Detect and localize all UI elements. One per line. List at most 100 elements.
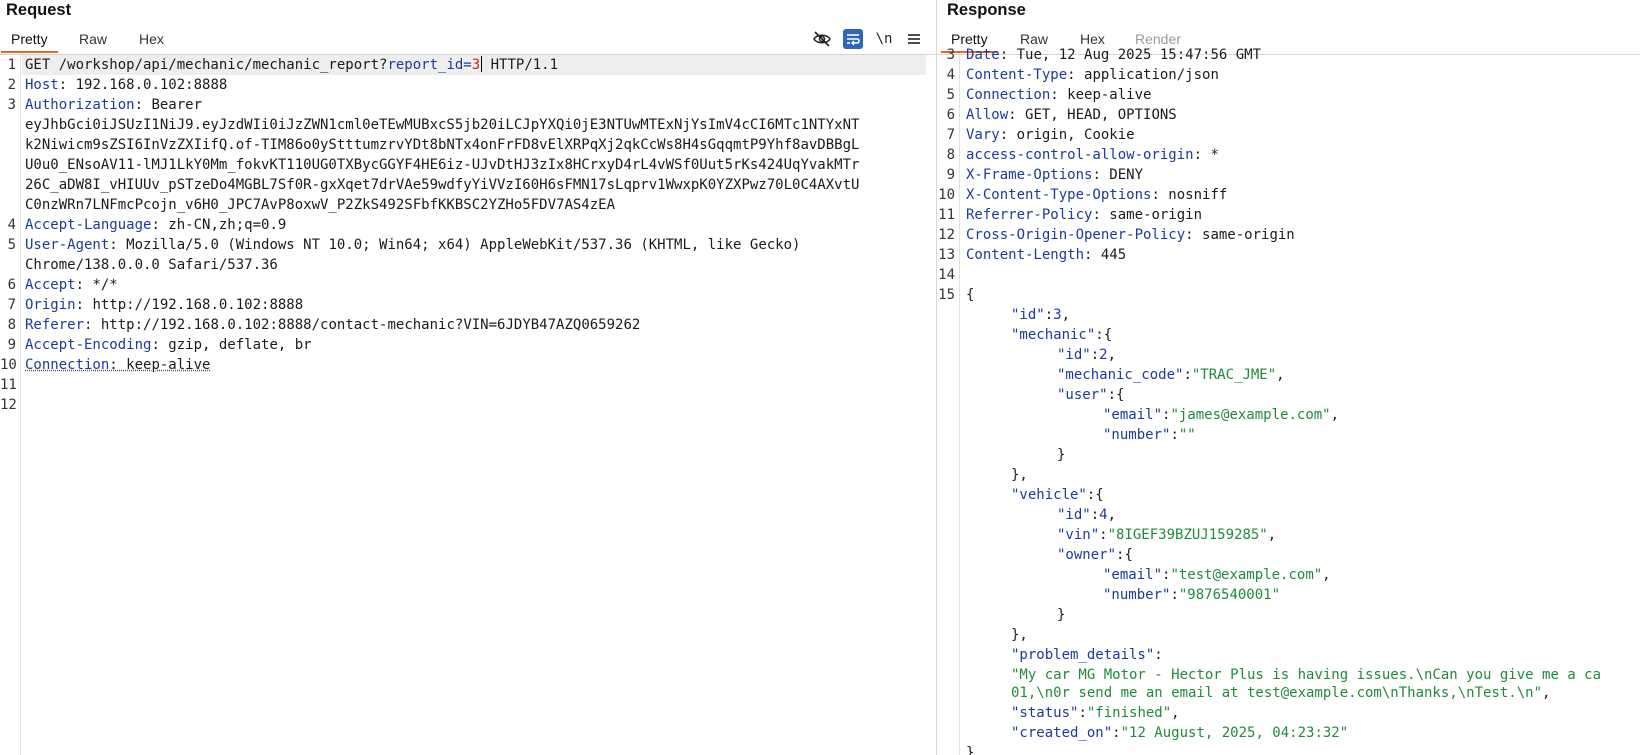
header-value: 192.168.0.102:8888 xyxy=(67,77,228,93)
json-close-brace: } xyxy=(1057,447,1066,463)
header-value: * xyxy=(1202,147,1219,163)
json-close-brace: }, xyxy=(1011,467,1028,483)
line-number: 7 xyxy=(7,297,16,313)
line-number: 12 xyxy=(938,227,955,243)
header-name: Content-Length xyxy=(966,247,1085,263)
newline-toggle-button[interactable]: \n xyxy=(874,29,894,49)
header-name: Content-Type xyxy=(966,67,1068,83)
eye-slash-icon[interactable] xyxy=(812,29,832,49)
header-value: Mozilla/5.0 (Windows NT 10.0; Win64; x64… xyxy=(117,237,801,253)
line-number: 11 xyxy=(938,207,955,223)
json-value: "test@example.com" xyxy=(1170,567,1323,583)
json-key: "vehicle" xyxy=(1011,487,1087,503)
json-key: "created_on" xyxy=(1011,725,1113,741)
header-value: 445 xyxy=(1092,247,1127,263)
line-number: 8 xyxy=(7,317,16,333)
json-value: "8IGEF39BZUJ159285" xyxy=(1107,527,1268,543)
request-tab-raw[interactable]: Raw xyxy=(79,31,107,47)
json-value: 2 xyxy=(1099,347,1108,363)
token-line: 26C_aDW8I_vHIUUv_pSTzeDo4MGBL7Sf0R-gxXqe… xyxy=(25,177,860,193)
request-tab-hex[interactable]: Hex xyxy=(139,31,164,47)
request-title: Request xyxy=(6,1,72,19)
line-number: 9 xyxy=(946,167,955,183)
header-x-content-type-options: X-Content-Type-Options: nosniff xyxy=(966,187,1228,203)
http-version: HTTP/1.1 xyxy=(482,57,559,73)
json-field-mechanic-code: "mechanic_code":"TRAC_JME", xyxy=(1057,367,1285,383)
header-x-frame-options: X-Frame-Options: DENY xyxy=(966,167,1144,183)
line-number: 15 xyxy=(938,287,955,303)
response-editor[interactable]: 3 4 5 6 7 8 9 10 11 12 13 14 15 Date: Tu… xyxy=(937,47,1640,755)
json-close-brace: } xyxy=(966,745,975,755)
header-name: access-control-allow-origin xyxy=(966,147,1194,163)
header-value: nosniff xyxy=(1159,187,1228,203)
json-key: "email" xyxy=(1103,407,1163,423)
newline-toggle-label: \n xyxy=(875,31,893,47)
query-param-value: 3 xyxy=(471,57,481,73)
token-line: U0u0_ENsoAV11-lMJ1LkY0Mm_fokvKT110UG0TXB… xyxy=(25,157,860,173)
json-key: "id" xyxy=(1057,347,1091,363)
header-referer: Referer: http://192.168.0.102:8888/conta… xyxy=(25,317,641,333)
request-tab-pretty[interactable]: Pretty xyxy=(1,31,58,53)
header-value: same-origin xyxy=(1100,207,1203,223)
header-value: Tue, 12 Aug 2025 15:47:56 GMT xyxy=(1008,47,1262,63)
wrap-lines-icon[interactable] xyxy=(843,29,863,49)
line-number: 6 xyxy=(7,277,16,293)
header-vary: Vary: origin, Cookie xyxy=(966,127,1135,143)
query-param-name: report_id xyxy=(387,57,464,73)
json-value: "" xyxy=(1178,427,1196,443)
json-key: "id" xyxy=(1057,507,1091,523)
menu-icon[interactable] xyxy=(904,29,924,49)
header-name: X-Content-Type-Options xyxy=(966,187,1152,203)
header-name: Authorization xyxy=(25,97,135,113)
json-key: "email" xyxy=(1103,567,1163,583)
header-value: gzip, deflate, br xyxy=(159,337,312,353)
json-key: "mechanic_code" xyxy=(1057,367,1184,383)
json-value: "9876540001" xyxy=(1178,587,1281,603)
response-gutter: 3 4 5 6 7 8 9 10 11 12 13 14 15 xyxy=(937,47,960,755)
token-line: k2Niwicm9sZSI6InVzZXIifQ.of-TIM86o0ySttt… xyxy=(25,137,860,153)
header-value: keep-alive xyxy=(117,357,211,373)
json-field-user-number: "number":"" xyxy=(1103,427,1196,443)
header-name: Accept xyxy=(25,277,76,293)
line-number: 2 xyxy=(7,77,16,93)
header-origin: Origin: http://192.168.0.102:8888 xyxy=(25,297,304,313)
header-acao: access-control-allow-origin: * xyxy=(966,147,1219,163)
json-field-id: "id":3, xyxy=(1011,307,1071,323)
header-name: Referrer-Policy xyxy=(966,207,1093,223)
line-number: 14 xyxy=(938,267,955,283)
request-pane: Request Pretty Raw Hex \n 1 2 3 4 5 6 7 … xyxy=(0,0,937,755)
header-name: Accept-Language xyxy=(25,217,152,233)
json-key: "id" xyxy=(1011,307,1045,323)
header-allow: Allow: GET, HEAD, OPTIONS xyxy=(966,107,1177,123)
header-value: Bearer xyxy=(143,97,203,113)
header-name: Host xyxy=(25,77,59,93)
line-number: 7 xyxy=(946,127,955,143)
line-number: 3 xyxy=(7,97,16,113)
json-close-brace: } xyxy=(1057,607,1066,623)
header-name: X-Frame-Options xyxy=(966,167,1093,183)
header-referrer-policy: Referrer-Policy: same-origin xyxy=(966,207,1203,223)
header-value: DENY xyxy=(1100,167,1144,183)
header-authorization: Authorization: Bearer xyxy=(25,97,203,113)
header-date: Date: Tue, 12 Aug 2025 15:47:56 GMT xyxy=(966,47,1262,63)
json-field-user-email: "email":"james@example.com", xyxy=(1103,407,1340,423)
request-editor[interactable]: 1 2 3 4 5 6 7 8 9 10 11 12 GET /workshop… xyxy=(0,55,936,755)
line-number: 3 xyxy=(946,47,955,63)
header-value: keep-alive xyxy=(1058,87,1152,103)
request-gutter: 1 2 3 4 5 6 7 8 9 10 11 12 xyxy=(0,55,21,755)
header-name: Date xyxy=(966,47,1000,63)
json-field-vehicle: "vehicle":{ xyxy=(1011,487,1104,503)
header-connection: Connection: keep-alive xyxy=(25,357,211,373)
json-field-vehicle-id: "id":4, xyxy=(1057,507,1117,523)
json-value: 4 xyxy=(1099,507,1108,523)
json-key: "status" xyxy=(1011,705,1079,721)
header-value: http://192.168.0.102:8888/contact-mechan… xyxy=(92,317,641,333)
request-tab-bar: Pretty Raw Hex \n xyxy=(0,29,936,55)
line-number: 1 xyxy=(7,57,16,73)
json-field-status: "status":"finished", xyxy=(1011,705,1180,721)
token-line: eyJhbGci0iJSUzI1NiJ9.eyJzdWIi0iJzZWN1cml… xyxy=(25,117,860,133)
json-field-owner: "owner":{ xyxy=(1057,547,1133,563)
header-value-continued: Chrome/138.0.0.0 Safari/537.36 xyxy=(25,257,278,273)
json-key: "user" xyxy=(1057,387,1108,403)
json-value-problem-line2: 01,\n0r send me an email at test@example… xyxy=(1011,685,1551,701)
